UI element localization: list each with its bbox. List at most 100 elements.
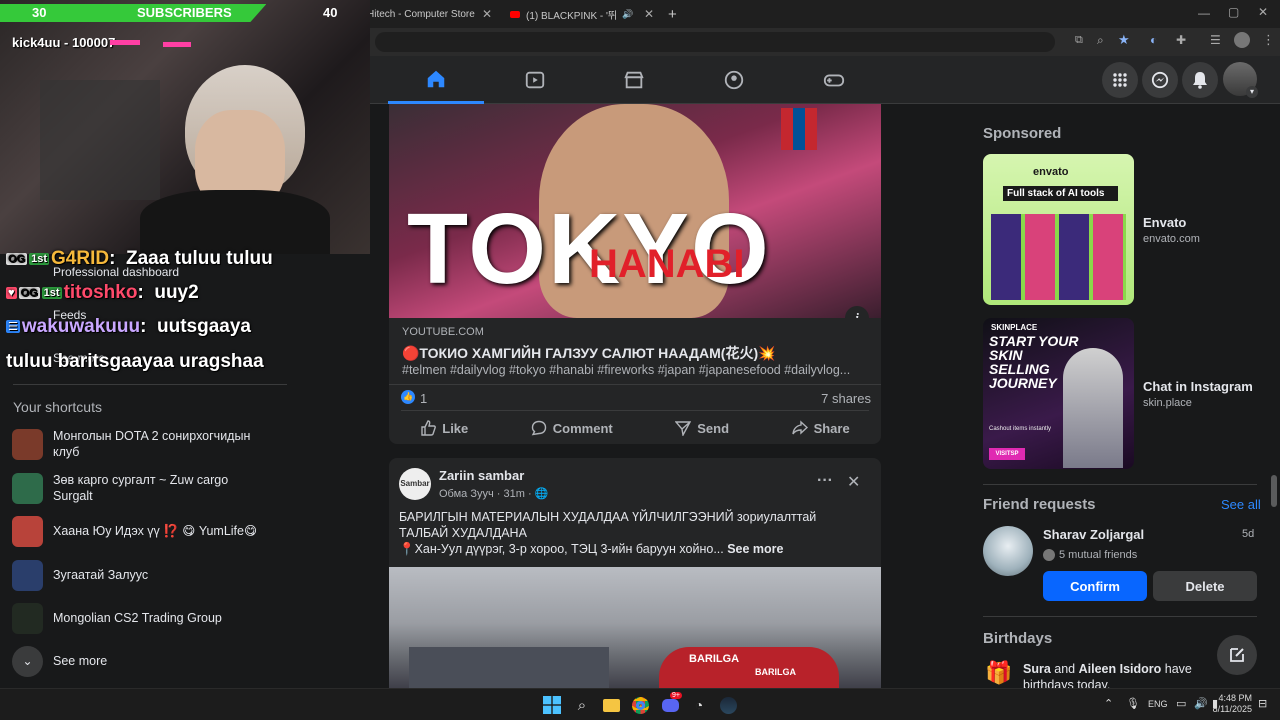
mutual-friends[interactable]: 5 mutual friends: [1043, 549, 1137, 561]
new-tab-button[interactable]: +: [660, 3, 684, 25]
close-window-icon[interactable]: ✕: [1258, 5, 1268, 19]
close-tab-icon[interactable]: ✕: [482, 7, 492, 21]
like-reaction-icon[interactable]: 👍: [401, 390, 415, 404]
see-more-link[interactable]: See more: [727, 542, 783, 556]
start-button[interactable]: [542, 695, 562, 715]
sidebar-see-more-button[interactable]: ⌄ See more: [12, 643, 367, 679]
friend-name[interactable]: Sharav Zoljargal: [1043, 527, 1144, 542]
extension-icon[interactable]: ◐: [1150, 33, 1157, 47]
search-icon[interactable]: ⌕: [572, 695, 592, 715]
speaker-icon[interactable]: 🔊: [622, 9, 633, 20]
send-icon: [675, 421, 692, 436]
page-avatar[interactable]: Sambar: [399, 468, 431, 500]
sidebar-divider: [13, 384, 287, 385]
link-title[interactable]: 🔴ТОКИО ХАМГИЙН ГАЛЗУУ САЛЮТ НААДАМ(花火)💥: [402, 343, 776, 363]
address-bar[interactable]: [375, 32, 1055, 52]
maximize-icon[interactable]: ▢: [1228, 5, 1239, 19]
tab-title: (1) BLACKPINK - '뛰어(JUMP...: [526, 10, 616, 22]
reaction-count[interactable]: 1: [420, 391, 427, 406]
shortcut-item[interactable]: Монголын DOTA 2 сонирхогчидын клуб: [12, 426, 367, 462]
building-image: [409, 647, 609, 688]
shortcut-item[interactable]: Зөв карго сургалт ~ Zuw cargo Surgalt: [12, 470, 367, 506]
language-indicator[interactable]: ENG: [1148, 699, 1168, 709]
new-message-button[interactable]: [1217, 635, 1257, 675]
puzzle-icon[interactable]: ✚: [1176, 33, 1186, 47]
video-icon: [525, 71, 545, 89]
marketplace-icon: [624, 71, 644, 89]
groups-icon: [724, 70, 744, 90]
close-icon[interactable]: ✕: [847, 472, 860, 492]
file-explorer-icon[interactable]: [601, 695, 621, 715]
sponsored-heading: Sponsored: [983, 125, 1062, 142]
skinplace-ad-image[interactable]: SKINPLACE START YOUR SKIN SELLING JOURNE…: [983, 318, 1134, 469]
chat-separator: :: [137, 282, 144, 303]
clock-time: 4:48 PM: [1218, 693, 1252, 703]
tab-search-icon[interactable]: ☰: [1210, 33, 1221, 47]
friend-avatar[interactable]: [983, 526, 1033, 576]
chevron-down-icon[interactable]: ▾: [1246, 86, 1258, 98]
post-author[interactable]: Zariin sambar: [439, 468, 524, 483]
ad-url[interactable]: skin.place: [1143, 397, 1192, 409]
share-count[interactable]: 7 shares: [821, 391, 871, 406]
scrollbar-thumb[interactable]: [1271, 475, 1277, 507]
shortcut-item[interactable]: Mongolian CS2 Trading Group: [12, 600, 367, 636]
shortcut-label: Хаана Юу Идэх үү ⁉️ 😋 YumLife😋: [53, 524, 258, 538]
close-tab-icon[interactable]: ✕: [644, 7, 654, 21]
network-icon[interactable]: ▭: [1176, 697, 1186, 710]
ad-url[interactable]: envato.com: [1143, 233, 1200, 245]
skinplace-logo-text: SKINPLACE: [991, 323, 1038, 332]
nav-gaming[interactable]: [786, 56, 882, 104]
confirm-button[interactable]: Confirm: [1043, 571, 1147, 601]
ad-name[interactable]: Chat in Instagram: [1143, 379, 1253, 394]
shortcut-thumbnail: [12, 559, 43, 591]
like-button[interactable]: Like: [420, 420, 468, 436]
streamer-shirt-image: [140, 190, 330, 254]
post-text-line2: 📍Хан-Уул дүүрэг, 3-р хороо, ТЭЦ 3-ийн ба…: [399, 542, 869, 557]
chrome-icon[interactable]: [630, 695, 650, 715]
chat-username: titoshko: [63, 282, 138, 303]
info-icon[interactable]: i: [845, 306, 869, 318]
notification-center-icon[interactable]: ⊟: [1258, 697, 1267, 710]
cast-icon[interactable]: ⧉: [1075, 34, 1083, 47]
menu-button[interactable]: [1102, 62, 1138, 98]
share-icon: [791, 420, 808, 435]
building-sign-text-2: BARILGA: [755, 667, 796, 677]
browser-menu-icon[interactable]: ⋮: [1262, 32, 1275, 48]
birthday-name: Aileen Isidoro: [1078, 662, 1162, 676]
link-thumbnail[interactable]: TOKYO HANABI i: [389, 104, 881, 318]
nav-groups[interactable]: [686, 56, 782, 104]
volume-icon[interactable]: 🔊: [1194, 697, 1208, 710]
messenger-icon: [1151, 71, 1169, 89]
post-options-icon[interactable]: ···: [817, 472, 833, 490]
messenger-button[interactable]: [1142, 62, 1178, 98]
steam-icon[interactable]: [718, 695, 738, 715]
comment-icon: [531, 420, 546, 436]
see-all-link[interactable]: See all: [1221, 497, 1261, 512]
delete-button[interactable]: Delete: [1153, 571, 1257, 601]
nav-watch[interactable]: [487, 56, 583, 104]
profile-avatar[interactable]: [1234, 32, 1250, 48]
neon-light-decoration: [163, 42, 191, 47]
zoom-icon[interactable]: ⌕: [1097, 33, 1104, 48]
shortcut-item[interactable]: Хаана Юу Идэх үү ⁉️ 😋 YumLife😋: [12, 513, 367, 549]
send-button[interactable]: Send: [675, 420, 729, 436]
post-text: БАРИЛГЫН МАТЕРИАЛЫН ХУДАЛДАА ҮЙЛЧИЛГЭЭНИ…: [399, 510, 817, 540]
browser-tab-youtube[interactable]: (1) BLACKPINK - '뛰어(JUMP... 🔊 ✕: [502, 3, 662, 25]
shortcut-item[interactable]: Зугаатай Залуус: [12, 557, 367, 593]
notifications-button[interactable]: [1182, 62, 1218, 98]
sub-goal-start: 30: [32, 5, 47, 20]
nav-marketplace[interactable]: [586, 56, 682, 104]
comment-button[interactable]: Comment: [531, 420, 613, 436]
share-button[interactable]: Share: [791, 420, 850, 436]
minimize-icon[interactable]: —: [1198, 6, 1210, 20]
clock[interactable]: 4:48 PM 8/11/2025: [1210, 693, 1252, 715]
post-image[interactable]: BARILGA BARILGA: [389, 567, 881, 688]
nav-home[interactable]: [388, 56, 484, 104]
post-subtitle[interactable]: Обма Зууч · 31m · 🌐: [439, 487, 548, 500]
chevron-up-icon[interactable]: ⌃: [1104, 697, 1113, 710]
microphone-icon[interactable]: 🎙: [1126, 697, 1140, 710]
ad-name[interactable]: Envato: [1143, 215, 1186, 230]
envato-ad-image[interactable]: envato Full stack of AI tools: [983, 154, 1134, 305]
app-icon[interactable]: ◔: [689, 695, 709, 715]
bookmark-star-icon[interactable]: ★: [1118, 32, 1130, 48]
